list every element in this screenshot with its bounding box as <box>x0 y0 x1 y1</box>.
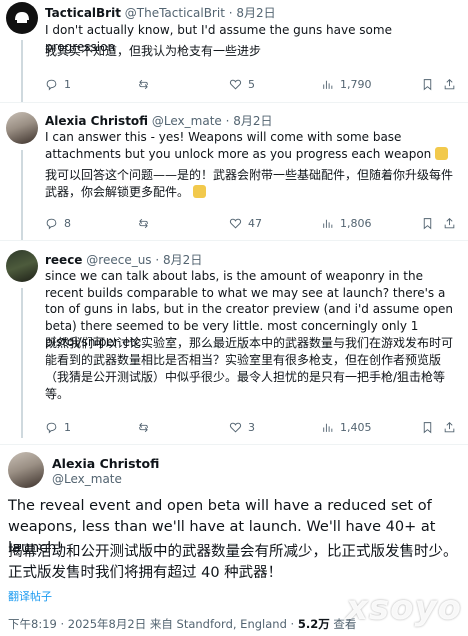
views-chart-icon <box>323 80 333 89</box>
post-location: 来自 Standford, England <box>149 617 287 631</box>
reply-button[interactable]: 8 <box>45 217 137 230</box>
like-count: 3 <box>248 420 255 434</box>
reply-icon <box>46 422 57 433</box>
author-name[interactable]: Alexia Christofi <box>45 114 148 128</box>
bookmark-button[interactable] <box>421 421 443 434</box>
retweet-button[interactable] <box>137 421 229 434</box>
share-icon <box>444 78 455 89</box>
like-count: 5 <box>248 77 255 91</box>
avatar[interactable] <box>6 112 38 144</box>
retweet-icon <box>139 79 148 89</box>
like-button[interactable]: 3 <box>229 421 321 434</box>
tweet-text: I can answer this - yes! Weapons will co… <box>45 129 461 162</box>
main-tweet-translation: 揭幕活动和公开测试版中的武器数量会有所减少，比正式版发售时少。正式版发售时我们将… <box>8 544 458 581</box>
tweet-translation-content: 我可以回答这个问题——是的！武器会附带一些基础配件，但随着你升级每件武器，你会解… <box>45 168 454 199</box>
views-chart-icon <box>323 219 333 228</box>
divider <box>0 444 468 445</box>
divider <box>0 102 468 103</box>
reply-count: 8 <box>64 216 71 230</box>
retweet-icon <box>139 218 148 228</box>
separator-dot: · <box>225 114 230 128</box>
like-button[interactable]: 47 <box>229 217 321 230</box>
tweet-translation: 我可以回答这个问题——是的！武器会附带一些基础配件，但随着你升级每件武器，你会解… <box>45 167 461 201</box>
translate-post-link[interactable]: 翻译帖子 <box>8 588 52 604</box>
retweet-button[interactable] <box>137 217 229 230</box>
tweet-date[interactable]: 8月2日 <box>233 114 272 128</box>
reply-button[interactable]: 1 <box>45 421 137 434</box>
tweet-meta: 下午8:19 · 2025年8月2日 来自 Standford, England… <box>8 616 356 632</box>
bookmark-icon <box>423 217 432 229</box>
share-button[interactable] <box>443 78 461 91</box>
tweet-actions: 1 3 1,405 <box>45 418 461 436</box>
tweet-translation: 我其实不知道，但我认为枪支有一些进步 <box>45 44 262 58</box>
divider <box>0 240 468 241</box>
views-total: 5.2万 <box>297 617 330 631</box>
share-icon <box>444 421 455 432</box>
separator-dot: · <box>290 617 295 631</box>
views-count: 1,806 <box>340 216 372 230</box>
bookmark-icon <box>423 78 432 90</box>
author-name[interactable]: Alexia Christofi <box>52 456 159 471</box>
thread-line <box>21 40 23 102</box>
retweet-button[interactable] <box>137 78 229 91</box>
avatar[interactable] <box>6 2 38 34</box>
heart-icon <box>229 79 242 89</box>
views-button[interactable]: 1,806 <box>321 217 421 230</box>
bookmark-button[interactable] <box>421 217 443 230</box>
reply-icon <box>46 79 57 90</box>
tweet-date[interactable]: 8月2日 <box>236 6 275 20</box>
tweet-header: Alexia Christofi @Lex_mate · 8月2日 <box>45 112 273 129</box>
tweet-text-content: I can answer this - yes! Weapons will co… <box>45 130 432 161</box>
retweet-icon <box>139 422 148 432</box>
share-icon <box>444 217 455 228</box>
separator-dot: · <box>155 253 160 267</box>
like-button[interactable]: 5 <box>229 78 321 91</box>
author-handle[interactable]: @Lex_mate <box>152 114 222 128</box>
reply-icon <box>46 218 57 229</box>
tweet-actions: 1 5 1,790 <box>45 75 461 93</box>
share-button[interactable] <box>443 421 461 434</box>
views-chart-icon <box>323 423 333 432</box>
tweet-header: TacticalBrit @TheTacticalBrit · 8月2日 <box>45 4 276 21</box>
views-button[interactable]: 1,405 <box>321 421 421 434</box>
author-name[interactable]: reece <box>45 253 82 267</box>
views-count: 1,790 <box>340 77 372 91</box>
separator-dot: · <box>228 6 233 20</box>
bookmark-button[interactable] <box>421 78 443 91</box>
thread-line <box>21 288 23 438</box>
tweet-date[interactable]: 8月2日 <box>163 253 202 267</box>
views-button[interactable]: 1,790 <box>321 78 421 91</box>
avatar[interactable] <box>6 250 38 282</box>
tweet-header: reece @reece_us · 8月2日 <box>45 251 202 268</box>
share-button[interactable] <box>443 217 461 230</box>
reply-count: 1 <box>64 77 71 91</box>
heart-icon <box>229 218 242 228</box>
like-count: 47 <box>248 216 262 230</box>
bookmark-icon <box>423 421 432 433</box>
reply-count: 1 <box>64 420 71 434</box>
helmet-logo-icon <box>15 12 29 23</box>
tweet-translation: 既然我们可以讨论实验室，那么最近版本中的武器数量与我们在游戏发布时可能看到的武器… <box>45 336 454 401</box>
author-handle[interactable]: @Lex_mate <box>52 472 122 486</box>
tweet-actions: 8 47 1,806 <box>45 214 461 232</box>
thread-line <box>21 150 23 240</box>
post-time[interactable]: 下午8:19 · 2025年8月2日 <box>8 617 146 631</box>
reply-button[interactable]: 1 <box>45 78 137 91</box>
thumbs-up-icon <box>192 185 206 198</box>
author-handle[interactable]: @reece_us <box>86 253 151 267</box>
avatar[interactable] <box>8 452 44 488</box>
author-handle[interactable]: @TheTacticalBrit <box>125 6 225 20</box>
author-name[interactable]: TacticalBrit <box>45 6 121 20</box>
thumbs-up-icon <box>435 146 449 160</box>
watermark: xsoyo <box>345 588 462 628</box>
heart-icon <box>229 422 242 432</box>
views-count: 1,405 <box>340 420 372 434</box>
